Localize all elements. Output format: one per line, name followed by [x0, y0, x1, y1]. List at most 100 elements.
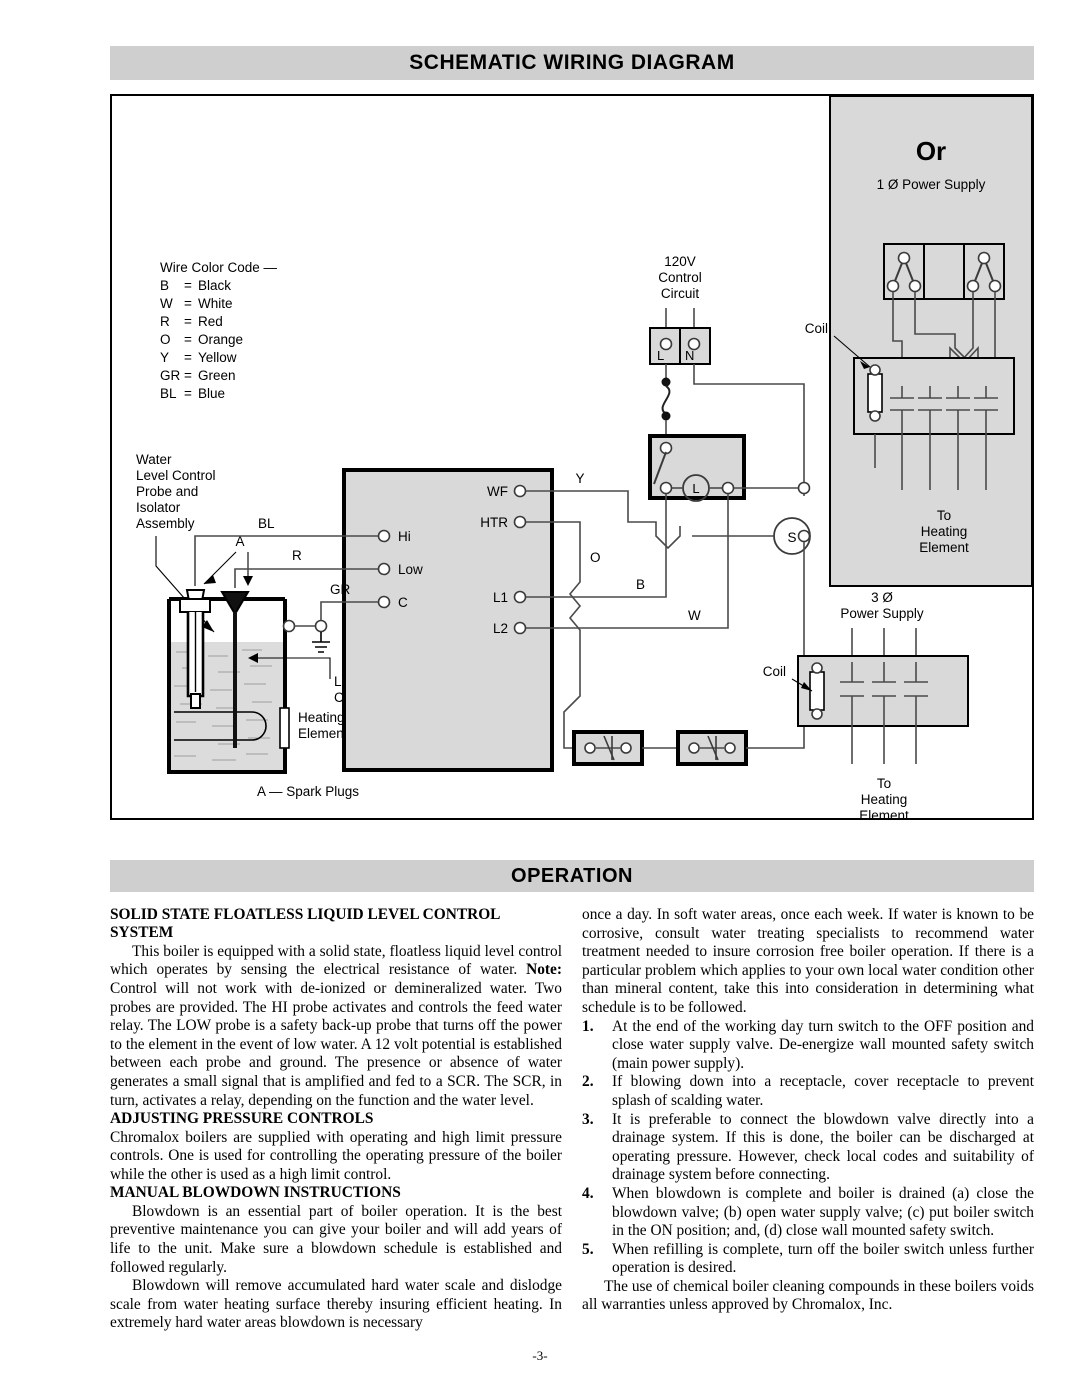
to-heating-element-1ph-line3: Element — [919, 540, 969, 555]
to-heating-element-3ph-line2: Element — [859, 808, 909, 818]
wire-eq-4: = — [184, 350, 192, 365]
terminal-htr-label: HTR — [480, 515, 508, 530]
wla-line1: Level Control — [136, 468, 216, 483]
para1-a: This boiler is equipped with a solid sta… — [110, 942, 562, 979]
terminal-wf-label: WF — [487, 484, 508, 499]
wire-eq-6: = — [184, 386, 192, 401]
wire-eq-2: = — [184, 314, 192, 329]
blowdown-steps-list: 1. At the end of the working day turn sw… — [582, 1018, 1034, 1278]
wla-line0: Water — [136, 452, 172, 467]
single-phase-coil-symbol — [867, 373, 883, 413]
wire-label-bl: BL — [258, 516, 275, 531]
list-item: 4. When blowdown is complete and boiler … — [582, 1185, 1034, 1241]
terminal-l2-label: L2 — [493, 621, 508, 636]
document-page: SCHEMATIC WIRING DIAGRAM Or 1 Ø Power Su… — [0, 0, 1080, 1397]
para1-b: Control will not work with de-ionized or… — [110, 980, 562, 1109]
wla-line3: Isolator — [136, 500, 181, 515]
step-text: If blowing down into a receptacle, cover… — [612, 1073, 1034, 1109]
wire-color-5: Green — [198, 368, 236, 383]
operation-left-column: SOLID STATE FLOATLESS LIQUID LEVEL CONTR… — [110, 906, 562, 1333]
wire-code-4: Y — [160, 350, 169, 365]
step-text: At the end of the working day turn switc… — [612, 1017, 1034, 1072]
wire-code-6: BL — [160, 386, 177, 401]
step-text: When refilling is complete, turn off the… — [612, 1240, 1034, 1277]
wire-label-o: O — [590, 550, 601, 565]
wire-code-2: R — [160, 314, 170, 329]
list-item: 3. It is preferable to connect the blowd… — [582, 1111, 1034, 1185]
step-number: 1. — [582, 1017, 594, 1035]
schematic-diagram: Or 1 Ø Power Supply Coil To Heating Elem… — [110, 94, 1034, 820]
terminal-hi-label: Hi — [398, 529, 411, 544]
cc120-line0: 120V — [664, 254, 696, 269]
single-phase-panel — [829, 96, 1032, 587]
terminal-L-label: L — [657, 348, 664, 363]
wire-color-6: Blue — [198, 386, 225, 401]
heating-element-label-line0: Heating — [298, 710, 345, 725]
to-heating-element-1ph-line1: To — [937, 508, 951, 523]
wire-color-2: Red — [198, 314, 223, 329]
section-header-operation: OPERATION — [110, 860, 1034, 892]
three-phase-coil-symbol — [809, 671, 825, 711]
paragraph-blowdown-1: Blowdown is an essential part of boiler … — [110, 1202, 562, 1276]
coil-label-three-phase: Coil — [763, 664, 786, 679]
step-text: It is preferable to connect the blowdown… — [612, 1110, 1034, 1184]
cc120-line1: Control — [658, 270, 702, 285]
boiler-switch-lamp-box: L — [648, 434, 811, 502]
operation-right-column: once a day. In soft water areas, once ea… — [582, 906, 1034, 1315]
wire-eq-3: = — [184, 332, 192, 347]
step-number: 4. — [582, 1184, 594, 1202]
wire-label-y: Y — [575, 471, 584, 486]
note-label: Note: — [526, 961, 562, 979]
paragraph-continued: once a day. In soft water areas, once ea… — [582, 906, 1034, 1016]
wire-label-w: W — [688, 608, 701, 623]
coil-label-single-phase: Coil — [805, 321, 828, 336]
list-item: 2. If blowing down into a receptacle, co… — [582, 1073, 1034, 1110]
wla-line4: Assembly — [136, 516, 195, 531]
to-heating-element-1ph-line2: Heating — [921, 524, 968, 539]
list-item: 1. At the end of the working day turn sw… — [582, 1018, 1034, 1074]
spark-plugs-legend: A — Spark Plugs — [257, 784, 359, 799]
or-title: Or — [916, 136, 946, 166]
wire-code-5: GR — [160, 368, 181, 383]
terminal-N-label: N — [685, 348, 694, 363]
wire-color-code-title: Wire Color Code — — [160, 260, 278, 275]
wla-line2: Probe and — [136, 484, 198, 499]
boiler-tank — [167, 589, 330, 774]
control-wiring: Y O B W S — [526, 471, 811, 766]
wire-label-r: R — [292, 548, 302, 563]
step-text: When blowdown is complete and boiler is … — [612, 1184, 1034, 1240]
heading-adjusting-pressure-controls: ADJUSTING PRESSURE CONTROLS — [110, 1110, 374, 1128]
step-number: 3. — [582, 1110, 594, 1128]
step-number: 5. — [582, 1240, 594, 1258]
page-number: -3- — [532, 1348, 548, 1363]
heading-liquid-level-control: SOLID STATE FLOATLESS LIQUID LEVEL CONTR… — [110, 906, 500, 942]
three-phase-line0: 3 Ø — [871, 590, 893, 605]
wire-eq-1: = — [184, 296, 192, 311]
wire-code-1: W — [160, 296, 173, 311]
wire-code-3: O — [160, 332, 171, 347]
terminal-c-label: C — [398, 595, 408, 610]
list-item: 5. When refilling is complete, turn off … — [582, 1241, 1034, 1278]
paragraph-pressure-controls: Chromalox boilers are supplied with oper… — [110, 1128, 562, 1183]
wire-color-code-legend: Wire Color Code — B Black = W = White R … — [160, 260, 278, 401]
wire-color-0: Black — [198, 278, 231, 293]
wire-color-1: White — [198, 296, 233, 311]
lamp-label: L — [692, 481, 699, 496]
single-phase-supply-label: 1 Ø Power Supply — [877, 177, 986, 192]
wire-label-gr: GR — [330, 582, 351, 597]
section-header-schematic: SCHEMATIC WIRING DIAGRAM — [110, 46, 1034, 80]
wire-code-0: B — [160, 278, 169, 293]
wire-label-b: B — [636, 577, 645, 592]
three-phase-line1: Power Supply — [840, 606, 924, 621]
wire-color-4: Yellow — [198, 350, 237, 365]
to-heating-element-3ph-line0: To — [877, 776, 891, 791]
paragraph-closing: The use of chemical boiler cleaning comp… — [582, 1277, 1034, 1314]
heating-element-label-line1: Element — [298, 726, 348, 741]
liquid-level-control-box — [342, 468, 554, 772]
terminal-low-label: Low — [398, 562, 423, 577]
step-number: 2. — [582, 1073, 594, 1091]
wire-eq-0: = — [184, 278, 192, 293]
terminal-l1-label: L1 — [493, 590, 508, 605]
wire-color-3: Orange — [198, 332, 243, 347]
paragraph-blowdown-2: Blowdown will remove accumulated hard wa… — [110, 1277, 562, 1332]
